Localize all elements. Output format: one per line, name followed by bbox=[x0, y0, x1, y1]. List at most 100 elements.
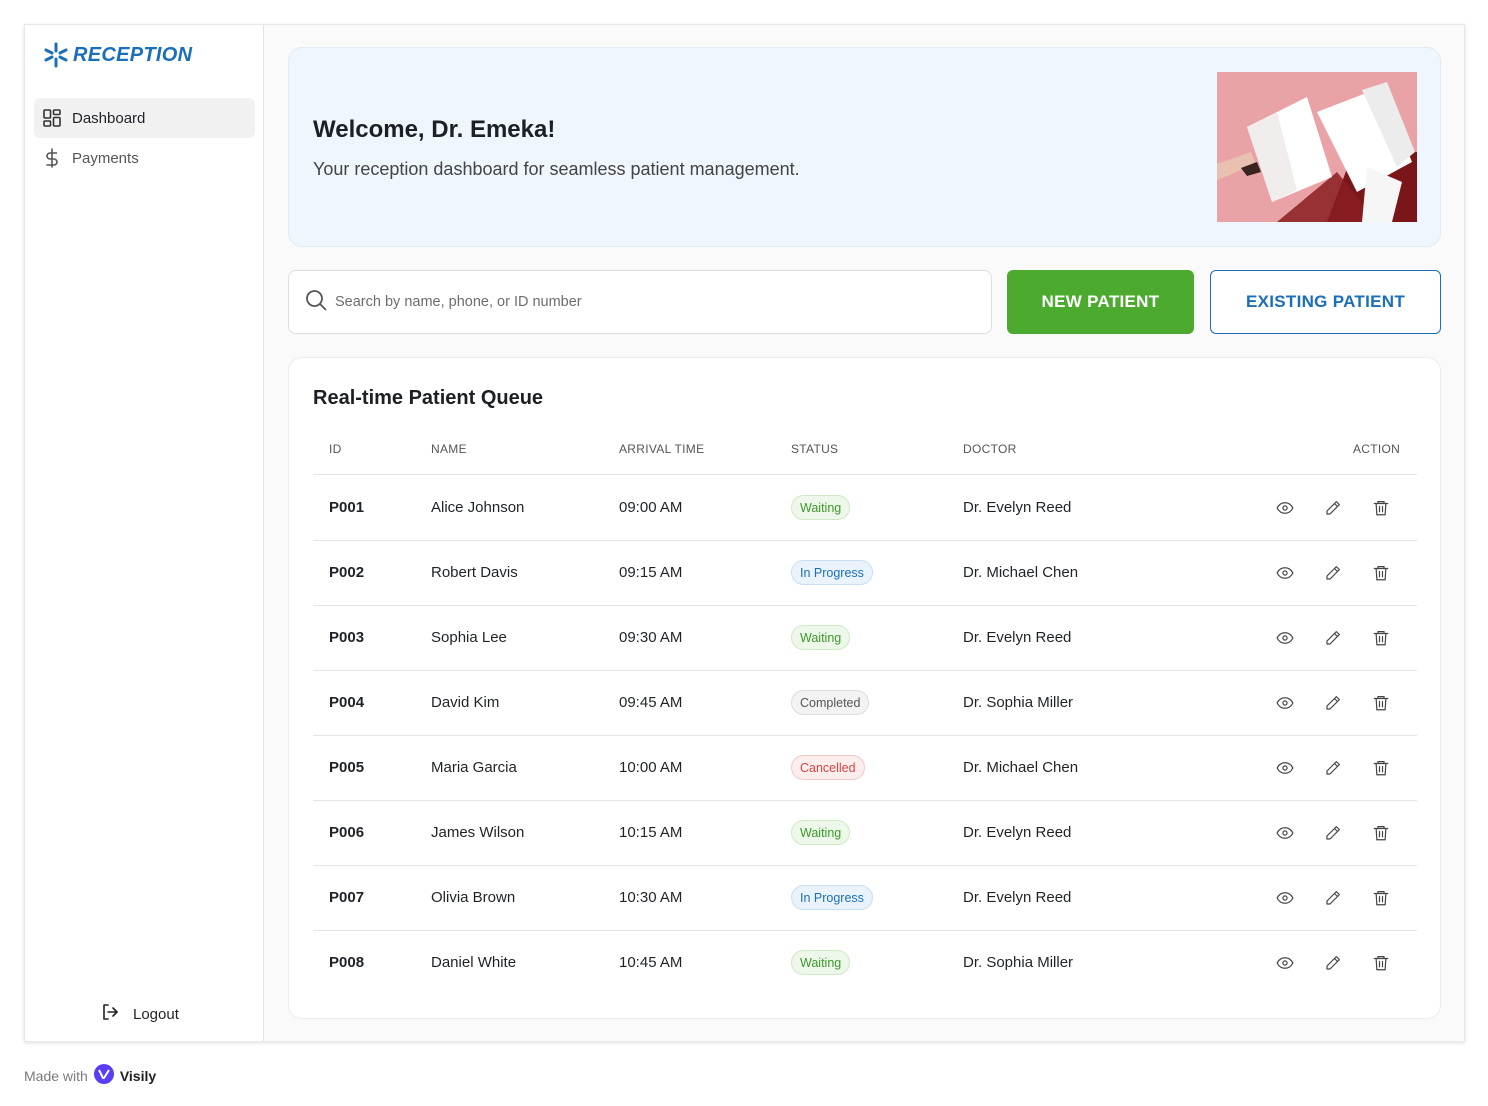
view-icon[interactable] bbox=[1273, 691, 1297, 715]
delete-icon[interactable] bbox=[1369, 626, 1393, 650]
made-with-footer[interactable]: Made with Visily bbox=[24, 1064, 156, 1087]
patient-id: P005 bbox=[329, 759, 365, 776]
column-header-action: ACTION bbox=[1353, 442, 1401, 456]
patient-id: P003 bbox=[329, 629, 365, 646]
edit-icon[interactable] bbox=[1321, 626, 1345, 650]
status-badge: In Progress bbox=[791, 560, 873, 585]
edit-icon[interactable] bbox=[1321, 886, 1345, 910]
table-row[interactable]: P001 Alice Johnson 09:00 AM Waiting Dr. Evel… bbox=[313, 476, 1417, 541]
hero-image bbox=[1217, 72, 1417, 222]
arrival-time: 09:30 AM bbox=[619, 629, 683, 646]
delete-icon[interactable] bbox=[1369, 561, 1393, 585]
doctor-name: Dr. Sophia Miller bbox=[963, 694, 1074, 711]
delete-icon[interactable] bbox=[1369, 756, 1393, 780]
patient-name: James Wilson bbox=[431, 824, 525, 841]
sidebar-item-label: Payments bbox=[72, 149, 139, 167]
delete-icon[interactable] bbox=[1369, 496, 1393, 520]
brand-logo[interactable]: RECEPTION bbox=[43, 42, 192, 68]
delete-icon[interactable] bbox=[1369, 691, 1393, 715]
app-window: RECEPTION Dashboard Payments Logout Welc… bbox=[24, 24, 1465, 1042]
table-row[interactable]: P007 Olivia Brown 10:30 AM In Progress Dr. E… bbox=[313, 866, 1417, 931]
table-row[interactable]: P004 David Kim 09:45 AM Completed Dr. Sophia… bbox=[313, 671, 1417, 736]
view-icon[interactable] bbox=[1273, 756, 1297, 780]
edit-icon[interactable] bbox=[1321, 756, 1345, 780]
sidebar: RECEPTION Dashboard Payments Logout bbox=[25, 25, 264, 1041]
welcome-subtitle: Your reception dashboard for seamless pa… bbox=[313, 159, 800, 179]
asterisk-logo-icon bbox=[44, 42, 68, 68]
status-badge: In Progress bbox=[791, 885, 873, 910]
delete-icon[interactable] bbox=[1369, 886, 1393, 910]
edit-icon[interactable] bbox=[1321, 561, 1345, 585]
view-icon[interactable] bbox=[1273, 821, 1297, 845]
table-header: ID NAME ARRIVAL TIME STATUS DOCTOR ACTIO… bbox=[313, 433, 1417, 475]
arrival-time: 10:30 AM bbox=[619, 889, 683, 906]
doctor-name: Dr. Michael Chen bbox=[963, 759, 1079, 776]
status-badge: Cancelled bbox=[791, 755, 865, 780]
patient-id: P008 bbox=[329, 954, 365, 971]
patient-name: Robert Davis bbox=[431, 564, 518, 581]
table-row[interactable]: P005 Maria Garcia 10:00 AM Cancelled Dr. Mic… bbox=[313, 736, 1417, 801]
column-header-arrival: ARRIVAL TIME bbox=[619, 442, 705, 456]
table-row[interactable]: P006 James Wilson 10:15 AM Waiting Dr. Evely… bbox=[313, 801, 1417, 866]
edit-icon[interactable] bbox=[1321, 951, 1345, 975]
doctor-name: Dr. Sophia Miller bbox=[963, 954, 1074, 971]
delete-icon[interactable] bbox=[1369, 821, 1393, 845]
status-badge: Waiting bbox=[791, 625, 851, 650]
doctor-name: Dr. Evelyn Reed bbox=[963, 629, 1072, 646]
table-row[interactable]: P008 Daniel White 10:45 AM Waiting Dr. Sophi… bbox=[313, 931, 1417, 996]
patient-name: Daniel White bbox=[431, 954, 517, 971]
view-icon[interactable] bbox=[1273, 496, 1297, 520]
doctor-name: Dr. Evelyn Reed bbox=[963, 824, 1072, 841]
doctor-name: Dr. Evelyn Reed bbox=[963, 889, 1072, 906]
delete-icon[interactable] bbox=[1369, 951, 1393, 975]
arrival-time: 10:15 AM bbox=[619, 824, 683, 841]
visily-logo-icon bbox=[93, 1064, 114, 1087]
table-row[interactable]: P003 Sophia Lee 09:30 AM Waiting Dr. Evelyn … bbox=[313, 606, 1417, 671]
search-bar[interactable] bbox=[288, 270, 992, 334]
patient-queue-card: Real-time Patient Queue ID NAME ARRIVAL … bbox=[288, 357, 1441, 1019]
patient-id: P002 bbox=[329, 564, 365, 581]
arrival-time: 09:45 AM bbox=[619, 694, 683, 711]
logout-label: Logout bbox=[133, 1005, 179, 1023]
logout-button[interactable]: Logout bbox=[101, 1003, 179, 1025]
made-with-label: Made with bbox=[24, 1067, 88, 1084]
view-icon[interactable] bbox=[1273, 886, 1297, 910]
view-icon[interactable] bbox=[1273, 561, 1297, 585]
logout-icon bbox=[101, 1003, 119, 1025]
doctor-name: Dr. Evelyn Reed bbox=[963, 499, 1072, 516]
visily-brand: Visily bbox=[119, 1067, 157, 1084]
column-header-id: ID bbox=[329, 442, 342, 456]
arrival-time: 09:00 AM bbox=[619, 499, 683, 516]
doctor-name: Dr. Michael Chen bbox=[963, 564, 1079, 581]
edit-icon[interactable] bbox=[1321, 821, 1345, 845]
sidebar-item-payments[interactable]: Payments bbox=[34, 138, 255, 178]
column-header-doctor: DOCTOR bbox=[963, 442, 1017, 456]
brand-name: RECEPTION bbox=[73, 43, 193, 66]
arrival-time: 10:00 AM bbox=[619, 759, 683, 776]
arrival-time: 09:15 AM bbox=[619, 564, 683, 581]
sidebar-item-dashboard[interactable]: Dashboard bbox=[34, 98, 255, 138]
sidebar-item-label: Dashboard bbox=[72, 109, 146, 127]
dollar-icon bbox=[42, 148, 62, 168]
patient-name: David Kim bbox=[431, 694, 500, 711]
patient-id: P004 bbox=[329, 694, 365, 711]
view-icon[interactable] bbox=[1273, 951, 1297, 975]
patient-id: P001 bbox=[329, 499, 365, 516]
edit-icon[interactable] bbox=[1321, 691, 1345, 715]
edit-icon[interactable] bbox=[1321, 496, 1345, 520]
search-icon bbox=[305, 289, 327, 316]
dashboard-grid-icon bbox=[42, 108, 62, 128]
new-patient-button[interactable]: NEW PATIENT bbox=[1007, 270, 1194, 334]
column-header-name: NAME bbox=[431, 442, 467, 456]
welcome-title: Welcome, Dr. Emeka! bbox=[313, 116, 556, 143]
existing-patient-button[interactable]: EXISTING PATIENT bbox=[1210, 270, 1441, 334]
status-badge: Completed bbox=[791, 690, 870, 715]
view-icon[interactable] bbox=[1273, 626, 1297, 650]
table-row[interactable]: P002 Robert Davis 09:15 AM In Progress Dr. M… bbox=[313, 541, 1417, 606]
patient-name: Sophia Lee bbox=[431, 629, 507, 646]
patient-id: P007 bbox=[329, 889, 365, 906]
patient-name: Olivia Brown bbox=[431, 889, 516, 906]
arrival-time: 10:45 AM bbox=[619, 954, 683, 971]
patient-name: Alice Johnson bbox=[431, 499, 525, 516]
search-input[interactable] bbox=[335, 294, 935, 310]
